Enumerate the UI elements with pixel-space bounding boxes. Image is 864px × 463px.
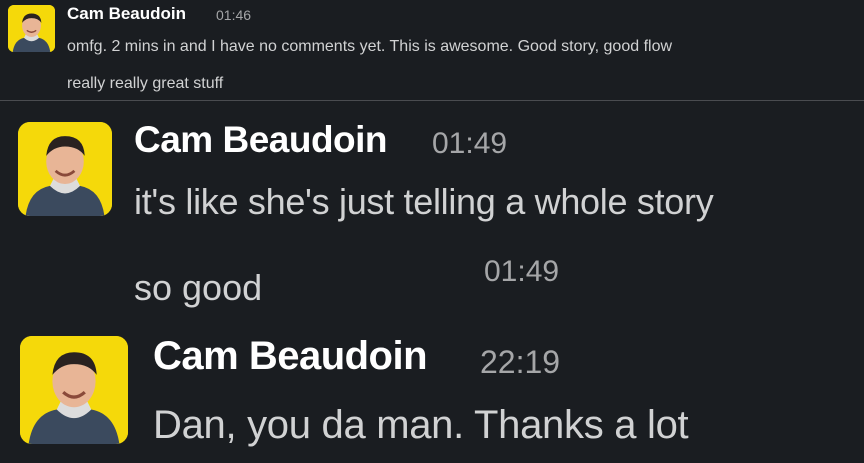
message-3: Cam Beaudoin 22:19 Dan, you da man. Than… bbox=[0, 331, 864, 463]
message-2: Cam Beaudoin 01:49 it's like she's just … bbox=[0, 101, 864, 331]
message-1: Cam Beaudoin 01:46 omfg. 2 mins in and I… bbox=[0, 0, 864, 100]
timestamp[interactable]: 01:46 bbox=[216, 7, 251, 23]
followup-timestamp[interactable]: 01:49 bbox=[484, 255, 559, 289]
author-name[interactable]: Cam Beaudoin bbox=[153, 334, 428, 379]
author-name[interactable]: Cam Beaudoin bbox=[134, 119, 388, 161]
timestamp[interactable]: 22:19 bbox=[480, 344, 560, 381]
avatar[interactable] bbox=[20, 336, 128, 444]
person-avatar-icon bbox=[18, 122, 112, 216]
timestamp[interactable]: 01:49 bbox=[432, 127, 507, 161]
avatar[interactable] bbox=[18, 122, 112, 216]
avatar[interactable] bbox=[8, 5, 55, 52]
message-text: it's like she's just telling a whole sto… bbox=[134, 181, 714, 222]
followup-message-text: so good bbox=[134, 267, 263, 308]
message-line-1: omfg. 2 mins in and I have no comments y… bbox=[67, 38, 673, 55]
message-line-2: really really great stuff bbox=[67, 75, 224, 92]
author-name[interactable]: Cam Beaudoin bbox=[67, 4, 186, 24]
person-avatar-icon bbox=[8, 5, 55, 52]
message-text: Dan, you da man. Thanks a lot bbox=[153, 403, 689, 447]
person-avatar-icon bbox=[20, 336, 128, 444]
